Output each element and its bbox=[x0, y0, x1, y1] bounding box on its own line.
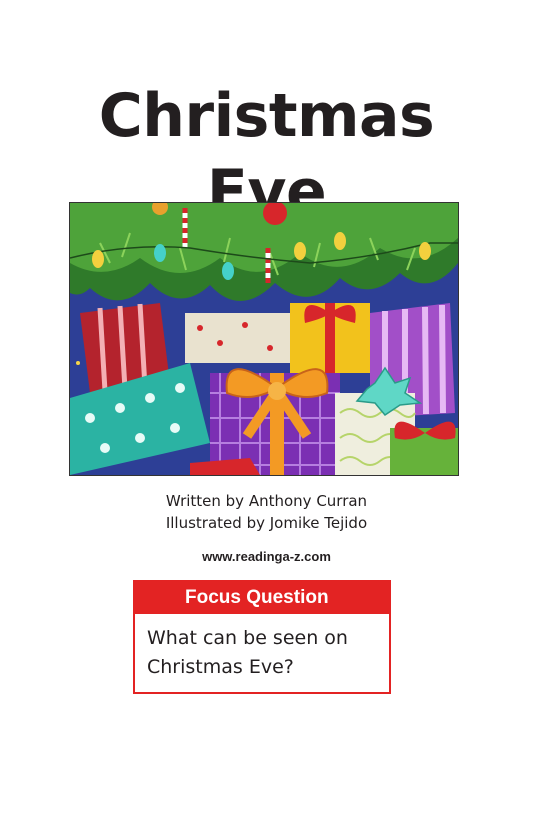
cover-illustration bbox=[69, 202, 459, 476]
focus-question-text: What can be seen on Christmas Eve? bbox=[147, 627, 348, 678]
christmas-presents-illustration bbox=[70, 203, 458, 475]
website-url: www.readinga-z.com bbox=[202, 549, 331, 564]
author-credit: Written by Anthony Curran bbox=[165, 492, 368, 510]
credits: Written by Anthony Curran Illustrated by… bbox=[0, 490, 533, 534]
title-line-1: Christmas bbox=[98, 81, 435, 152]
illustrator-credit: Illustrated by Jomike Tejido bbox=[165, 514, 368, 532]
focus-question-heading: Focus Question bbox=[135, 582, 389, 614]
focus-question-box: Focus Question What can be seen on Chris… bbox=[133, 580, 391, 694]
